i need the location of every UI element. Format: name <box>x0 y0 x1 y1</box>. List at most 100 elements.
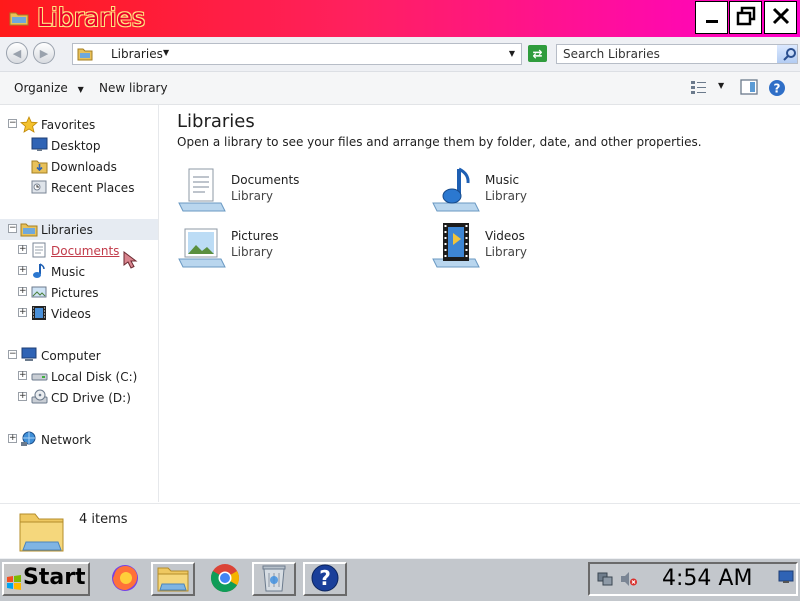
nav-downloads-label: Downloads <box>51 160 117 174</box>
start-button[interactable]: Start <box>2 562 90 596</box>
library-type: Library <box>485 189 527 203</box>
nav-cd-drive[interactable]: + CD Drive (D:) <box>0 387 158 408</box>
minimize-icon <box>704 8 720 27</box>
start-label: Start <box>23 565 86 590</box>
library-name: Documents <box>231 173 300 187</box>
expand-icon[interactable]: + <box>18 287 27 296</box>
nav-videos-label: Videos <box>51 307 91 321</box>
content-pane: Libraries Open a library to see your fil… <box>160 105 800 502</box>
taskbar: Start ? 4:54 AM <box>0 558 800 601</box>
preview-pane-icon[interactable] <box>740 79 758 98</box>
expand-icon[interactable]: + <box>18 392 27 401</box>
nav-recent-places-label: Recent Places <box>51 181 135 195</box>
address-bar: ◀ ▶ Libraries ▼ ▼ ⇄ Search Libraries <box>0 37 800 72</box>
show-desktop-icon[interactable] <box>778 570 794 587</box>
details-pane: 4 items <box>0 503 800 558</box>
help-icon[interactable]: ? <box>768 79 786 100</box>
search-placeholder: Search Libraries <box>563 47 660 61</box>
taskbar-file-explorer[interactable] <box>151 562 195 596</box>
search-icon <box>783 47 797 64</box>
expand-icon[interactable]: + <box>18 266 27 275</box>
library-music[interactable]: Music Library <box>431 165 671 217</box>
library-videos[interactable]: Videos Library <box>431 221 671 273</box>
nav-recent-places[interactable]: Recent Places <box>0 177 158 198</box>
taskbar-firefox[interactable] <box>103 562 147 596</box>
folder-icon <box>9 10 29 29</box>
new-library-button[interactable]: New library <box>99 81 168 95</box>
library-type: Library <box>231 245 273 259</box>
nav-network[interactable]: + Network <box>0 429 158 450</box>
view-dropdown-icon[interactable]: ▼ <box>718 81 724 90</box>
maximize-button[interactable] <box>729 1 762 34</box>
collapse-icon[interactable]: − <box>8 119 17 128</box>
path-dropdown-icon[interactable]: ▼ <box>163 48 169 57</box>
close-icon <box>771 6 791 29</box>
nav-videos[interactable]: + Videos <box>0 303 158 324</box>
libraries-small-icon <box>77 47 93 64</box>
nav-downloads[interactable]: Downloads <box>0 156 158 177</box>
downloads-folder-icon <box>31 158 48 177</box>
organize-label: Organize <box>14 81 68 95</box>
taskbar-help[interactable]: ? <box>303 562 347 596</box>
command-bar: Organize ▼ New library ▼ ? <box>0 72 800 105</box>
forward-arrow-icon: ▶ <box>39 46 49 60</box>
film-strip-icon <box>31 305 47 324</box>
library-documents[interactable]: Documents Library <box>177 165 417 217</box>
nav-documents-label[interactable]: Documents <box>51 244 119 258</box>
organize-menu[interactable]: Organize ▼ <box>14 81 84 95</box>
network-status-icon[interactable] <box>597 571 613 590</box>
cd-drive-icon <box>31 389 48 408</box>
address-field[interactable]: Libraries ▼ ▼ <box>72 43 522 65</box>
clock[interactable]: 4:54 AM <box>662 566 752 591</box>
collapse-icon[interactable]: − <box>8 350 17 359</box>
chrome-icon <box>210 563 240 596</box>
volume-muted-icon[interactable] <box>620 571 638 590</box>
library-pictures[interactable]: Pictures Library <box>177 221 417 273</box>
taskbar-chrome[interactable] <box>203 562 247 596</box>
computer-icon <box>20 347 38 366</box>
refresh-icon: ⇄ <box>532 46 543 61</box>
collapse-icon[interactable]: − <box>8 224 17 233</box>
close-button[interactable] <box>764 1 797 34</box>
nav-libraries-label: Libraries <box>41 223 93 237</box>
page-description: Open a library to see your files and arr… <box>177 135 702 149</box>
address-history-dropdown-icon[interactable]: ▼ <box>509 49 515 58</box>
minimize-button[interactable] <box>695 1 728 34</box>
music-library-icon <box>431 165 481 218</box>
nav-libraries[interactable]: − Libraries <box>0 219 158 240</box>
nav-local-disk-label: Local Disk (C:) <box>51 370 138 384</box>
search-input[interactable]: Search Libraries <box>556 44 798 64</box>
nav-computer[interactable]: − Computer <box>0 345 158 366</box>
nav-local-disk[interactable]: + Local Disk (C:) <box>0 366 158 387</box>
refresh-button[interactable]: ⇄ <box>528 45 547 62</box>
expand-icon[interactable]: + <box>8 434 17 443</box>
network-icon <box>20 431 38 450</box>
hard-drive-icon <box>31 368 48 387</box>
system-tray: 4:54 AM <box>588 562 798 596</box>
nav-favorites[interactable]: − Favorites <box>0 114 158 135</box>
page-title: Libraries <box>177 111 255 132</box>
address-path[interactable]: Libraries <box>111 47 163 61</box>
back-button[interactable]: ◀ <box>6 42 28 64</box>
nav-computer-label: Computer <box>41 349 101 363</box>
forward-button[interactable]: ▶ <box>33 42 55 64</box>
item-count: 4 items <box>79 512 128 527</box>
pictures-library-icon <box>177 221 227 274</box>
nav-pictures[interactable]: + Pictures <box>0 282 158 303</box>
music-note-icon <box>31 263 47 282</box>
library-name: Music <box>485 173 520 187</box>
view-options-icon[interactable] <box>690 79 708 98</box>
expand-icon[interactable]: + <box>18 371 27 380</box>
mouse-cursor-icon <box>123 251 139 272</box>
nav-desktop[interactable]: Desktop <box>0 135 158 156</box>
library-name: Pictures <box>231 229 279 243</box>
documents-icon <box>31 242 47 261</box>
expand-icon[interactable]: + <box>18 308 27 317</box>
expand-icon[interactable]: + <box>18 245 27 254</box>
chevron-down-icon: ▼ <box>77 85 84 94</box>
window-title: Libraries <box>37 3 145 32</box>
documents-library-icon <box>177 165 227 218</box>
search-button[interactable] <box>777 45 797 63</box>
help-icon: ? <box>310 563 340 596</box>
taskbar-recycle-bin[interactable] <box>252 562 296 596</box>
